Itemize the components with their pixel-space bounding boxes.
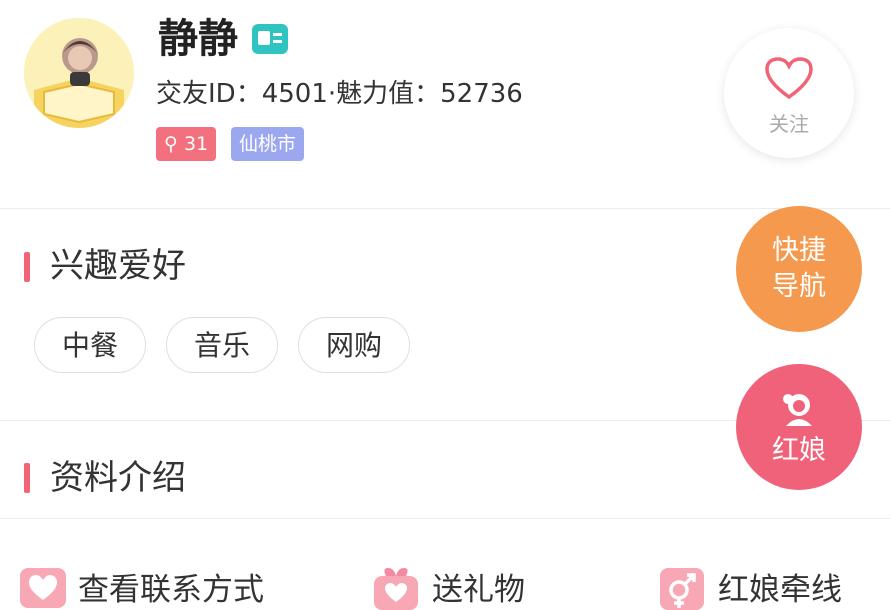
- follow-label: 关注: [769, 112, 809, 136]
- contact-heart-icon: [20, 568, 66, 608]
- section-accent-bar: [24, 463, 30, 493]
- matchmaker-link-action[interactable]: 红娘牵线: [658, 566, 858, 610]
- interest-chip[interactable]: 中餐: [34, 317, 146, 373]
- profile-intro-title: 资料介绍: [50, 458, 186, 498]
- gender-symbol-icon: [660, 568, 704, 610]
- view-contact-action[interactable]: 查看联系方式: [18, 566, 288, 610]
- interests-title: 兴趣爱好: [50, 246, 186, 286]
- heart-icon: [765, 57, 813, 100]
- divider: [0, 208, 890, 209]
- avatar-image: [24, 18, 134, 128]
- gift-icon: [374, 568, 418, 610]
- section-accent-bar: [24, 252, 30, 282]
- female-icon: ⚲: [164, 133, 178, 155]
- quick-nav-label-line2: 导航: [772, 271, 826, 302]
- matchmaker-link-label: 红娘牵线: [718, 572, 842, 608]
- avatar[interactable]: [24, 18, 134, 128]
- user-name: 静静: [158, 16, 238, 62]
- quick-nav-button[interactable]: 快捷 导航: [736, 206, 862, 332]
- matchmaker-label: 红娘: [772, 435, 826, 466]
- city-tag: 仙桃市: [231, 127, 305, 161]
- send-gift-action[interactable]: 送礼物: [372, 566, 542, 610]
- interest-chip[interactable]: 网购: [298, 317, 410, 373]
- send-gift-label: 送礼物: [432, 572, 525, 608]
- age-tag: ⚲ 31: [156, 127, 217, 161]
- matchmaker-button[interactable]: 红娘: [736, 364, 862, 490]
- user-id-charm: 交友ID：4501·魅力值：52736: [156, 79, 523, 109]
- matchmaker-avatar-icon: [783, 394, 812, 426]
- quick-nav-label-line1: 快捷: [772, 235, 826, 266]
- follow-button[interactable]: 关注: [724, 28, 854, 158]
- interest-chip[interactable]: 音乐: [166, 317, 278, 373]
- divider: [0, 518, 890, 519]
- view-contact-label: 查看联系方式: [78, 572, 264, 608]
- age-value: 31: [183, 133, 209, 155]
- verified-id-icon: [252, 24, 288, 54]
